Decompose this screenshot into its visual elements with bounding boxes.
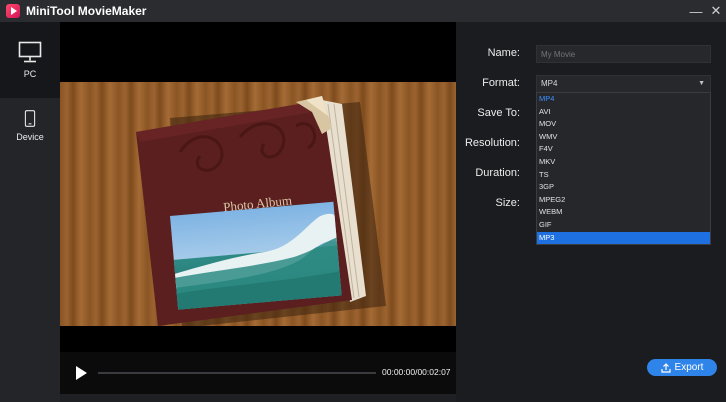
format-option[interactable]: AVI	[537, 106, 710, 119]
format-option[interactable]: WEBM	[537, 206, 710, 219]
format-dropdown: MP4 AVI MOV WMV F4V MKV TS 3GP MPEG2 WEB…	[536, 92, 711, 246]
sidebar-item-label: PC	[23, 69, 37, 79]
export-button[interactable]: Export	[647, 359, 717, 376]
video-preview: Photo Album 00:00:00/00:02:07	[60, 22, 456, 394]
export-label: Export	[674, 362, 704, 373]
name-label: Name:	[487, 47, 520, 59]
resolution-label: Resolution:	[464, 137, 520, 149]
format-option[interactable]: TS	[537, 169, 710, 182]
name-input[interactable]	[536, 45, 711, 63]
app-title: MiniTool MovieMaker	[26, 4, 147, 18]
format-option[interactable]: F4V	[537, 143, 710, 156]
sidebar-item-label: Device	[16, 132, 44, 142]
play-icon[interactable]	[76, 366, 87, 380]
photo-album-scene: Photo Album	[136, 96, 386, 326]
close-button[interactable]: ✕	[702, 0, 726, 22]
format-option[interactable]: MKV	[537, 156, 710, 169]
format-option[interactable]: GIF	[537, 219, 710, 232]
format-option[interactable]: MPEG2	[537, 194, 710, 207]
size-label: Size:	[495, 197, 520, 209]
monitor-icon	[18, 41, 42, 63]
phone-icon	[24, 110, 36, 127]
format-option[interactable]: MP4	[537, 93, 710, 106]
export-target-sidebar: PC Device	[0, 22, 60, 402]
format-value: MP4	[541, 79, 558, 88]
sidebar-item-device[interactable]: Device	[0, 98, 60, 142]
title-bar: MiniTool MovieMaker — ✕	[0, 0, 726, 22]
format-select[interactable]: MP4 ▼	[536, 75, 711, 93]
sidebar-item-pc[interactable]: PC	[0, 22, 60, 98]
export-settings-panel: Name: Format: MP4 ▼ Save To: Resolution:…	[456, 22, 726, 402]
format-option[interactable]: 3GP	[537, 181, 710, 194]
format-option[interactable]: WMV	[537, 131, 710, 144]
upload-icon	[660, 362, 671, 373]
player-controls: 00:00:00/00:02:07	[60, 352, 456, 394]
playback-time: 00:00:00/00:02:07	[382, 367, 451, 377]
format-option[interactable]: MOV	[537, 118, 710, 131]
duration-label: Duration:	[475, 167, 520, 179]
video-frame: Photo Album	[60, 82, 456, 326]
format-option[interactable]: MP3	[537, 231, 710, 245]
chevron-down-icon: ▼	[698, 80, 705, 87]
seek-bar[interactable]	[98, 372, 376, 374]
app-logo-icon	[6, 4, 20, 18]
save-to-label: Save To:	[477, 107, 520, 119]
format-label: Format:	[482, 77, 520, 89]
